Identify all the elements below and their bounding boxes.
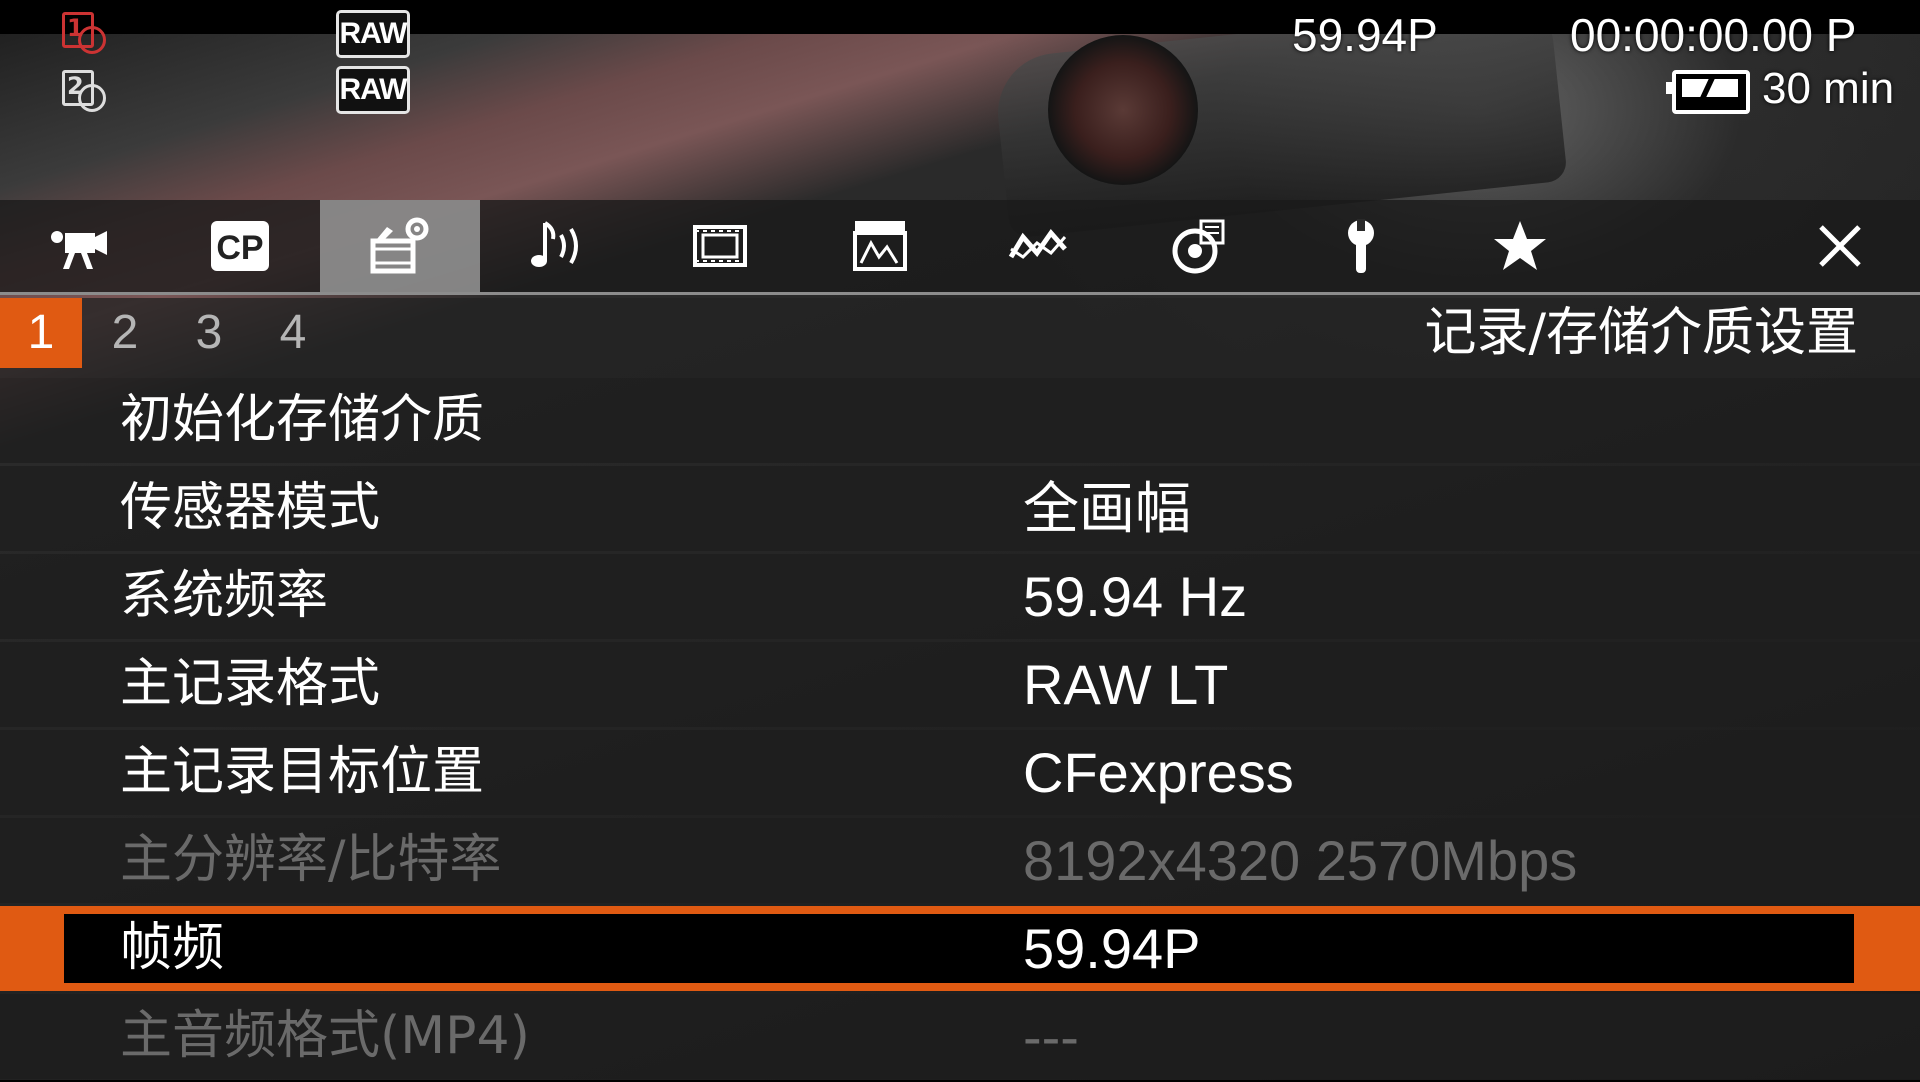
page-1[interactable]: 1	[0, 298, 82, 368]
tab-custom-picture[interactable]: CP	[160, 200, 320, 292]
close-menu-button[interactable]	[1760, 200, 1920, 292]
tab-audio[interactable]	[480, 200, 640, 292]
tab-frame[interactable]	[640, 200, 800, 292]
frame-rate-indicator: 59.94P	[1292, 9, 1438, 61]
menu-list: 初始化存储介质 传感器模式 全画幅 系统频率 59.94 Hz 主记录格式 RA…	[0, 378, 1920, 1082]
monitor-assist-icon	[853, 221, 907, 271]
recording-setup-icon	[370, 217, 429, 274]
menu-item-label: 传感器模式	[120, 478, 381, 538]
menu-item-system-frequency[interactable]: 系统频率 59.94 Hz	[0, 554, 1920, 639]
page-3[interactable]: 3	[168, 298, 250, 368]
page-4[interactable]: 4	[252, 298, 334, 368]
menu-item-frame-rate[interactable]: 帧频 59.94P	[0, 906, 1920, 991]
page-row: 1 2 3 4 记录/存储介质设置	[0, 298, 1920, 378]
tab-recording-setup[interactable]	[320, 200, 480, 292]
camera-icon	[51, 231, 107, 269]
tab-waveform[interactable]	[960, 200, 1120, 292]
menu-item-label: 主记录目标位置	[120, 742, 485, 802]
tab-separator	[0, 292, 1920, 295]
waveform-icon	[1008, 228, 1067, 259]
menu-item-initialize-media[interactable]: 初始化存储介质	[0, 378, 1920, 463]
tab-system[interactable]	[1280, 200, 1440, 292]
menu-item-value: 全画幅	[1023, 477, 1191, 540]
star-icon	[1494, 221, 1546, 270]
tab-monitor-assist[interactable]	[800, 200, 960, 292]
menu-item-value: CFexpress	[1023, 741, 1294, 804]
menu-item-sensor-mode[interactable]: 传感器模式 全画幅	[0, 466, 1920, 551]
menu-item-main-recording-format[interactable]: 主记录格式 RAW LT	[0, 642, 1920, 727]
tab-display-setup[interactable]	[1120, 200, 1280, 292]
wrench-icon	[1348, 219, 1374, 273]
timecode-display: 00:00:00.00 P	[1570, 9, 1857, 61]
status-bar: 1 2 RAW RAW 59.94P 00:00:00.00 P 30 min	[0, 0, 1920, 200]
menu-tab-bar: CP	[0, 200, 1920, 292]
card-slot-1-icon: 1	[58, 8, 106, 54]
card-slot-2-icon: 2	[58, 66, 106, 112]
menu-item-value: RAW LT	[1023, 653, 1229, 716]
battery-remaining: 30 min	[1762, 64, 1895, 113]
page-2[interactable]: 2	[84, 298, 166, 368]
menu-item-label: 初始化存储介质	[120, 390, 485, 450]
menu-item-value: 59.94 Hz	[1023, 565, 1248, 628]
selection-highlight	[64, 914, 1854, 983]
raw-format-badge-2: RAW	[336, 66, 410, 114]
menu-item-resolution-bitrate: 主分辨率/比特率 8192x4320 2570Mbps	[0, 818, 1920, 903]
custom-picture-icon: CP	[211, 221, 269, 271]
menu-item-label: 主记录格式	[120, 654, 381, 714]
film-frame-icon	[693, 225, 747, 267]
raw-format-badge: RAW	[336, 10, 410, 58]
battery-icon	[1666, 70, 1750, 114]
audio-icon	[531, 221, 578, 267]
menu-item-label: 主音频格式(MP4)	[120, 1006, 530, 1066]
menu-item-label: 系统频率	[120, 566, 329, 626]
menu-item-main-recording-destination[interactable]: 主记录目标位置 CFexpress	[0, 730, 1920, 815]
menu-item-audio-format: 主音频格式(MP4) ---	[0, 994, 1920, 1079]
display-setup-icon	[1172, 219, 1225, 274]
tab-camera[interactable]	[0, 200, 160, 292]
menu-item-label: 帧频	[120, 918, 225, 978]
menu-item-value: 59.94P	[1023, 917, 1201, 980]
menu-item-label: 主分辨率/比特率	[120, 830, 502, 890]
tab-my-menu[interactable]	[1440, 200, 1600, 292]
close-icon	[1819, 225, 1861, 267]
svg-text:CP: CP	[216, 229, 263, 267]
menu-item-value: 8192x4320 2570Mbps	[1023, 829, 1578, 892]
section-title: 记录/存储介质设置	[1424, 303, 1858, 363]
menu-item-value: ---	[1023, 1005, 1079, 1068]
